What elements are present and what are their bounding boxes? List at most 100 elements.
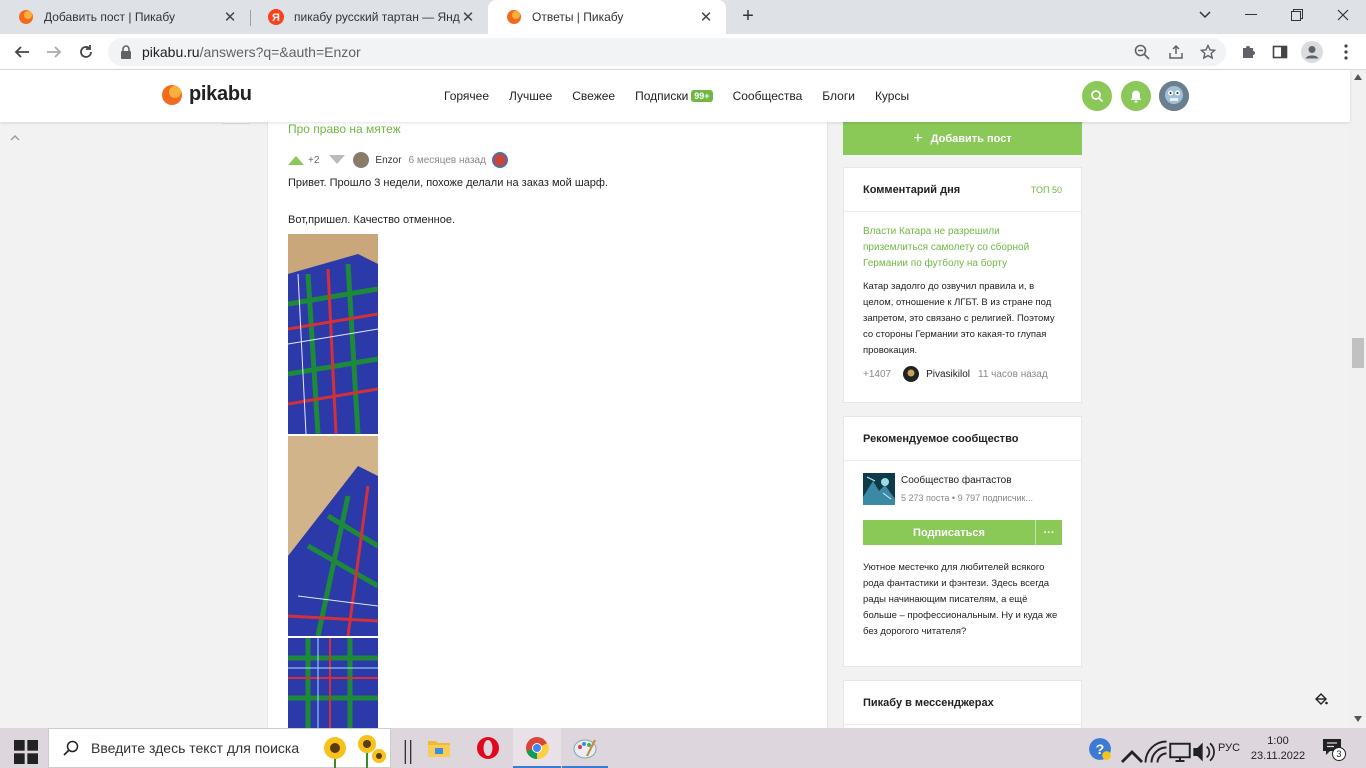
recommended-community-card: Рекомендуемое сообщество Сообщество фант…: [843, 416, 1082, 667]
task-view-icon[interactable]: [396, 740, 420, 764]
url-text: pikabu.ru/answers?q=&auth=Enzor: [142, 44, 361, 60]
card-title: Комментарий дня: [863, 183, 961, 196]
chrome-taskbar-item[interactable]: [513, 728, 561, 768]
paint-icon: [573, 739, 597, 759]
comment-of-day-meta: +1407 Pivasikilol 11 часов назад: [863, 366, 1062, 382]
file-explorer-icon[interactable]: [427, 736, 451, 760]
extensions-puzzle-icon[interactable]: [1236, 40, 1260, 64]
scroll-down-arrow-icon[interactable]: [1354, 716, 1362, 722]
tab-yandex[interactable]: Я пикабу русский тартан — Яндекс ✕: [250, 0, 488, 34]
clock[interactable]: 1:00 23.11.2022: [1251, 728, 1305, 768]
user-avatar[interactable]: [1159, 81, 1189, 111]
clock-time: 1:00: [1267, 734, 1289, 747]
nav-fresh[interactable]: Свежее: [572, 89, 615, 103]
opera-icon[interactable]: [476, 736, 500, 760]
minimize-button[interactable]: [1228, 0, 1274, 30]
post-link[interactable]: Власти Катара не разрешили приземлиться …: [863, 224, 1062, 272]
nav-subscriptions[interactable]: Подписки 99+: [635, 89, 713, 103]
post-title-link[interactable]: Про право на мятеж: [288, 122, 401, 136]
close-window-button[interactable]: [1320, 0, 1366, 30]
main-nav: Горячее Лучшее Свежее Подписки 99+ Сообще…: [444, 89, 929, 103]
search-button[interactable]: [1082, 81, 1112, 111]
help-icon[interactable]: ?: [1088, 737, 1112, 761]
reload-icon[interactable]: [74, 40, 98, 64]
commenter-avatar[interactable]: [903, 366, 920, 382]
zoom-icon[interactable]: [1132, 42, 1152, 62]
close-tab-icon[interactable]: ✕: [460, 8, 476, 26]
notification-count: 3: [1332, 747, 1346, 761]
close-tab-icon[interactable]: ✕: [698, 8, 714, 26]
display-icon[interactable]: [1168, 740, 1192, 764]
page-scrollbar[interactable]: [1350, 70, 1366, 728]
subscribe-button-group: Подписаться ···: [863, 520, 1062, 545]
author-name[interactable]: Enzor: [375, 155, 401, 166]
nav-blogs[interactable]: Блоги: [822, 89, 855, 103]
nav-courses[interactable]: Курсы: [875, 89, 909, 103]
notifications-button[interactable]: [1121, 81, 1151, 111]
lock-icon[interactable]: [120, 45, 132, 59]
subscribe-button[interactable]: Подписаться: [863, 520, 1036, 545]
windows-start-icon[interactable]: [14, 740, 38, 764]
profile-icon[interactable]: [1300, 40, 1324, 64]
notification-center[interactable]: 3: [1322, 738, 1348, 761]
language-indicator[interactable]: РУС: [1218, 728, 1240, 768]
tab-title: Ответы | Пикабу: [532, 10, 624, 24]
add-post-button[interactable]: + Добавить пост: [843, 122, 1082, 155]
award-badge-icon: [491, 152, 508, 168]
upvote-arrow-icon[interactable]: [288, 155, 304, 165]
card-header: Пикабу в мессенджерах: [844, 681, 1081, 725]
tab-answers[interactable]: Ответы | Пикабу ✕: [488, 0, 726, 34]
comment-text-line: Вот,пришел. Качество отменное.: [288, 214, 456, 226]
paint-bucket-icon[interactable]: [1314, 692, 1328, 706]
windows-taskbar: Введите здесь текст для поиска ? РУС 1:0…: [0, 728, 1366, 768]
pikabu-favicon-icon: [507, 10, 521, 24]
back-arrow-icon[interactable]: [10, 40, 34, 64]
community-info: Сообщество фантастов 5 273 поста • 9 797…: [863, 473, 1062, 505]
forward-arrow-icon[interactable]: [42, 40, 66, 64]
author-avatar[interactable]: [353, 152, 370, 168]
chrome-icon: [526, 737, 549, 760]
side-panel-icon[interactable]: [1268, 40, 1292, 64]
comment-photo[interactable]: [288, 436, 378, 636]
card-header: Рекомендуемое сообщество: [844, 417, 1081, 461]
top50-link[interactable]: ТОП 50: [1031, 185, 1062, 195]
comments-column: Про право на мятеж +2 Enzor 6 месяцев на…: [267, 122, 828, 728]
bookmark-star-icon[interactable]: [1198, 42, 1218, 62]
card-title: Рекомендуемое сообщество: [863, 432, 1019, 445]
community-name[interactable]: Сообщество фантастов: [901, 475, 1033, 486]
scroll-up-chevron-icon[interactable]: [10, 132, 20, 144]
left-widget-edge: [222, 122, 250, 124]
volume-icon[interactable]: [1192, 740, 1216, 764]
community-stats: 5 273 поста • 9 797 подписчик...: [901, 493, 1033, 503]
comment-time[interactable]: 6 месяцев назад: [409, 155, 486, 166]
tray-chevron-up-icon[interactable]: [1120, 744, 1144, 768]
downvote-arrow-icon[interactable]: [329, 155, 346, 165]
share-icon[interactable]: [1166, 42, 1186, 62]
close-tab-icon[interactable]: ✕: [222, 8, 238, 26]
commenter-name[interactable]: Pivasikilol: [926, 369, 970, 380]
address-bar[interactable]: pikabu.ru/answers?q=&auth=Enzor: [108, 38, 1226, 66]
search-icon: [63, 740, 79, 756]
new-tab-button[interactable]: +: [737, 5, 759, 27]
scroll-up-arrow-icon[interactable]: [1354, 74, 1362, 80]
taskbar-search[interactable]: Введите здесь текст для поиска: [48, 728, 391, 768]
nav-hot[interactable]: Горячее: [444, 89, 489, 103]
more-options-button[interactable]: ···: [1036, 520, 1062, 545]
tab-search-chevron-icon[interactable]: [1182, 0, 1228, 30]
tab-add-post[interactable]: Добавить пост | Пикабу ✕: [0, 0, 250, 34]
tab-title: пикабу русский тартан — Яндекс: [294, 10, 460, 24]
subscriptions-badge: 99+: [691, 90, 713, 102]
nav-best[interactable]: Лучшее: [509, 89, 552, 103]
restore-button[interactable]: [1274, 0, 1320, 30]
comment-rating: +2: [308, 154, 320, 166]
commenter-time[interactable]: 11 часов назад: [978, 369, 1048, 380]
community-avatar[interactable]: [863, 473, 895, 505]
scrollbar-thumb[interactable]: [1352, 338, 1364, 368]
pikabu-logo[interactable]: pikabu: [161, 83, 252, 106]
network-icon[interactable]: [1144, 740, 1168, 764]
chrome-menu-icon[interactable]: [1334, 40, 1358, 64]
comment-photo[interactable]: [288, 638, 378, 728]
comment-photo[interactable]: [288, 234, 378, 434]
nav-communities[interactable]: Сообщества: [733, 89, 803, 103]
paint-taskbar-item[interactable]: [562, 728, 608, 768]
